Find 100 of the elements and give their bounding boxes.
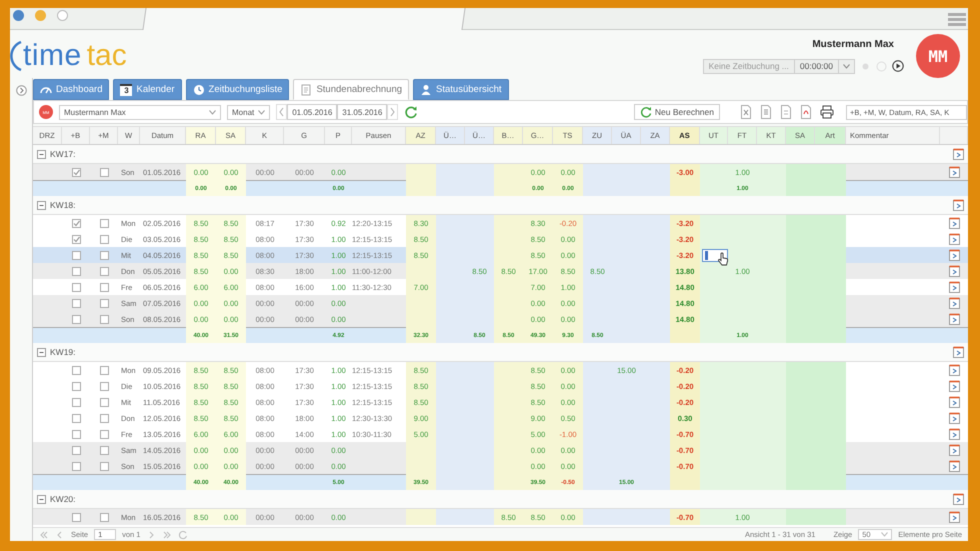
person-icon bbox=[420, 84, 432, 96]
checkbox[interactable] bbox=[72, 512, 80, 522]
user-name: Mustermann Max bbox=[812, 38, 894, 50]
checkbox[interactable] bbox=[72, 234, 80, 244]
print-icon[interactable] bbox=[820, 105, 834, 119]
group-label: KW19: bbox=[50, 347, 76, 357]
pdf-icon[interactable] bbox=[800, 105, 812, 119]
document-icon[interactable] bbox=[948, 296, 960, 310]
checkbox[interactable] bbox=[72, 366, 80, 374]
checkbox[interactable] bbox=[72, 250, 80, 260]
document-icon[interactable] bbox=[948, 166, 960, 178]
document-icon[interactable] bbox=[948, 412, 960, 424]
group-label: KW20: bbox=[50, 494, 76, 504]
checkbox[interactable] bbox=[72, 446, 80, 454]
caret-icon bbox=[843, 64, 850, 68]
refresh-icon bbox=[640, 106, 652, 118]
document-icon[interactable] bbox=[948, 232, 960, 246]
document-icon[interactable] bbox=[780, 105, 792, 119]
checkbox[interactable] bbox=[100, 398, 108, 406]
document-icon[interactable] bbox=[760, 105, 772, 119]
date-field[interactable]: 01.05.2016 bbox=[287, 104, 338, 120]
first-page-icon[interactable] bbox=[39, 530, 49, 540]
last-page-icon[interactable] bbox=[162, 530, 172, 540]
checkbox[interactable] bbox=[72, 266, 80, 276]
document-icon[interactable] bbox=[948, 312, 960, 326]
checkbox[interactable] bbox=[100, 446, 108, 454]
person-select[interactable]: Mustermann Max bbox=[59, 104, 221, 120]
checkbox[interactable] bbox=[100, 168, 108, 176]
text-cursor-icon bbox=[705, 250, 708, 260]
caret-icon bbox=[209, 110, 216, 114]
checkbox[interactable] bbox=[100, 512, 108, 522]
logo-text: tac bbox=[86, 39, 127, 73]
checkbox[interactable] bbox=[72, 382, 80, 390]
document-icon[interactable] bbox=[948, 364, 960, 376]
clock-icon bbox=[192, 84, 205, 96]
hand-cursor-icon bbox=[717, 252, 729, 266]
checkbox[interactable] bbox=[72, 414, 80, 422]
window-dot-icon[interactable] bbox=[35, 10, 46, 21]
recalculate-button[interactable]: Neu Berechnen bbox=[634, 104, 720, 120]
column-shading bbox=[186, 164, 246, 196]
calendar-icon: 3 bbox=[120, 84, 132, 96]
refresh-icon[interactable] bbox=[178, 530, 188, 540]
checkbox[interactable] bbox=[72, 168, 80, 176]
play-icon[interactable] bbox=[892, 60, 904, 72]
checkbox[interactable] bbox=[100, 282, 108, 292]
document-icon[interactable] bbox=[948, 248, 960, 262]
checkbox[interactable] bbox=[100, 430, 108, 438]
check-icon bbox=[72, 168, 80, 176]
document-icon[interactable] bbox=[948, 510, 960, 524]
collapse-icon[interactable] bbox=[37, 494, 46, 504]
collapse-icon[interactable] bbox=[37, 348, 46, 356]
collapse-icon[interactable] bbox=[37, 200, 46, 210]
checkbox[interactable] bbox=[100, 462, 108, 470]
checkbox[interactable] bbox=[100, 382, 108, 390]
period-select[interactable]: Monat bbox=[227, 104, 270, 120]
document-icon[interactable] bbox=[948, 264, 960, 278]
document-icon[interactable] bbox=[952, 148, 965, 160]
checkbox[interactable] bbox=[100, 218, 108, 228]
checkbox[interactable] bbox=[72, 398, 80, 406]
logo-ring-icon bbox=[10, 39, 22, 73]
collapse-icon[interactable] bbox=[37, 150, 46, 158]
column-shading bbox=[186, 509, 246, 525]
checkbox[interactable] bbox=[72, 218, 80, 228]
document-icon[interactable] bbox=[948, 444, 960, 456]
menu-icon[interactable] bbox=[948, 12, 966, 26]
collapse-icon[interactable] bbox=[16, 85, 26, 96]
checkbox[interactable] bbox=[100, 266, 108, 276]
spreadsheet-icon[interactable] bbox=[740, 105, 752, 119]
group-label: KW18: bbox=[50, 200, 76, 210]
caret-icon bbox=[258, 110, 266, 114]
document-icon[interactable] bbox=[948, 396, 960, 408]
checkbox[interactable] bbox=[72, 298, 80, 308]
avatar[interactable]: MM bbox=[916, 34, 960, 78]
document-icon[interactable] bbox=[948, 428, 960, 440]
checkbox[interactable] bbox=[72, 462, 80, 470]
checkbox[interactable] bbox=[100, 414, 108, 422]
checkbox[interactable] bbox=[72, 314, 80, 324]
document-icon[interactable] bbox=[952, 346, 965, 358]
checkbox[interactable] bbox=[100, 298, 108, 308]
document-icon[interactable] bbox=[948, 280, 960, 294]
checkbox[interactable] bbox=[72, 430, 80, 438]
window-dot-icon[interactable] bbox=[57, 10, 68, 21]
date-field[interactable]: 31.05.2016 bbox=[337, 104, 388, 120]
checkbox[interactable] bbox=[72, 282, 80, 292]
logo-text: time bbox=[23, 39, 82, 73]
checkbox[interactable] bbox=[100, 250, 108, 260]
booking-select[interactable]: Keine Zeitbuchung ... 00:00:00 bbox=[702, 58, 855, 74]
checkbox[interactable] bbox=[100, 234, 108, 244]
document-icon[interactable] bbox=[952, 198, 965, 212]
tab[interactable]: 3 Kalender bbox=[113, 79, 182, 100]
document-icon[interactable] bbox=[952, 492, 965, 506]
window-dot-icon[interactable] bbox=[13, 10, 24, 21]
document-icon bbox=[300, 84, 312, 96]
document-icon[interactable] bbox=[948, 216, 960, 230]
refresh-icon[interactable] bbox=[404, 105, 418, 119]
checkbox[interactable] bbox=[100, 314, 108, 324]
document-icon[interactable] bbox=[948, 460, 960, 472]
tab[interactable]: Stundenabrechnung bbox=[293, 79, 410, 100]
document-icon[interactable] bbox=[948, 380, 960, 392]
checkbox[interactable] bbox=[100, 366, 108, 374]
